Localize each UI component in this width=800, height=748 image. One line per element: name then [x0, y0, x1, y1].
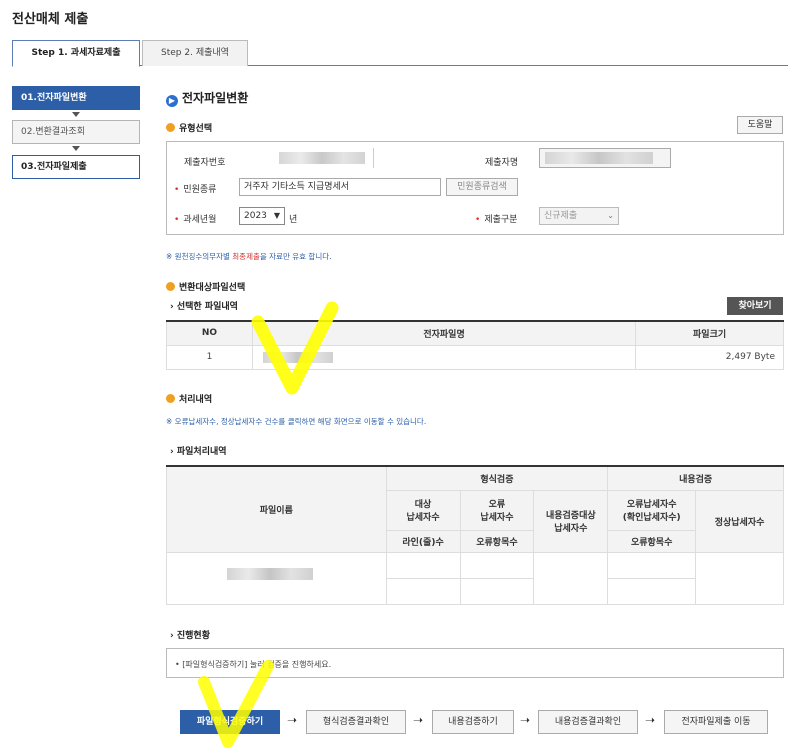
selected-files-table: NO 전자파일명 파일크기 1 2,497 Byte — [166, 320, 784, 370]
chevron-right-icon: › — [170, 447, 174, 457]
submitter-name-label: 제출자명 — [485, 158, 519, 168]
bullet-icon — [166, 282, 175, 291]
file-select-heading: 변환대상파일선택 — [166, 280, 245, 293]
file-process-table: 파일이름 형식검증 내용검증 대상 납세자수 오류 납세자수 내용검증대상 납세… — [166, 465, 784, 605]
submit-type-select[interactable]: 신규제출 ⌄ — [539, 207, 619, 225]
sidebar-item-file-convert[interactable]: 01.전자파일변환 — [12, 86, 140, 110]
col-error-items: 오류항목수 — [459, 529, 535, 553]
row-error-items — [459, 577, 535, 605]
sidebar-item-convert-result[interactable]: 02.변환결과조회 — [12, 120, 140, 144]
row-error-taxpayers[interactable] — [459, 551, 535, 579]
row-file-size: 2,497 Byte — [635, 344, 784, 370]
help-button[interactable]: 도움말 — [737, 116, 783, 134]
section-title-text: 전자파일변환 — [182, 91, 249, 105]
row-file-name — [166, 551, 387, 605]
col-error-taxpayers-confirm: 오류납세자수 (확인납세자수) — [607, 489, 697, 531]
type-select-form: 제출자번호 제출자명 • 민원종류 거주자 기타소득 지급명세서 민원종류검색 •… — [166, 141, 784, 235]
col-normal-taxpayers: 정상납세자수 — [695, 489, 784, 553]
submitter-no-value — [279, 152, 365, 164]
section-title: ▶ 전자파일변환 — [166, 89, 248, 107]
step-tabs: Step 1. 과세자료제출 Step 2. 제출내역 — [12, 40, 788, 67]
year-suffix: 년 — [289, 215, 298, 225]
col-file-name: 전자파일명 — [251, 320, 637, 346]
arrow-right-icon: ▶ — [166, 95, 178, 107]
file-select-title: 변환대상파일선택 — [179, 283, 246, 293]
submitter-no-label: 제출자번호 — [184, 158, 226, 168]
content-verify-button[interactable]: 내용검증하기 — [432, 710, 514, 734]
row-normal-taxpayers[interactable] — [695, 551, 784, 605]
arrow-right-icon: ➝ — [520, 713, 531, 727]
bullet-icon — [166, 394, 175, 403]
col-lines: 라인(줄)수 — [385, 529, 461, 553]
row-content-target — [533, 551, 609, 605]
bullet-icon — [166, 123, 175, 132]
type-select-heading: 유형선택 — [166, 121, 212, 134]
row-no: 1 — [166, 344, 253, 370]
chevron-right-icon: › — [170, 302, 174, 312]
tab-step1[interactable]: Step 1. 과세자료제출 — [12, 40, 140, 67]
form-type-input[interactable]: 거주자 기타소득 지급명세서 — [239, 178, 441, 196]
flow-arrow-icon — [72, 112, 80, 117]
row-lines — [385, 577, 461, 605]
flow-arrow-icon — [72, 146, 80, 151]
col-target-taxpayers: 대상 납세자수 — [385, 489, 461, 531]
col-content-check: 내용검증 — [607, 465, 784, 491]
chevron-down-icon: ⌄ — [607, 211, 614, 220]
progress-heading: › 진행현황 — [170, 628, 210, 641]
final-submit-note: ※ 원천징수의무자별 최종제출을 자료만 유효 합니다. — [166, 252, 332, 261]
chevron-right-icon: › — [170, 631, 174, 641]
row-error-taxpayers-confirm[interactable] — [607, 551, 697, 579]
process-detail-heading: › 파일처리내역 — [170, 444, 227, 457]
browse-button[interactable]: 찾아보기 — [727, 297, 783, 315]
row-error-items-2 — [607, 577, 697, 605]
format-result-button[interactable]: 형식검증결과확인 — [306, 710, 406, 734]
format-verify-button[interactable]: 파일형식검증하기 — [180, 710, 280, 734]
arrow-right-icon: ➝ — [645, 713, 656, 727]
form-type-label: • 민원종류 — [174, 185, 217, 195]
chevron-down-icon: ▼ — [273, 211, 280, 220]
col-content-target: 내용검증대상 납세자수 — [533, 489, 609, 553]
col-format-check: 형식검증 — [385, 465, 609, 491]
tab-step2[interactable]: Step 2. 제출내역 — [142, 40, 248, 66]
go-submit-button[interactable]: 전자파일제출 이동 — [664, 710, 768, 734]
process-heading: 처리내역 — [166, 392, 212, 405]
tax-year-label: • 과세년월 — [174, 215, 217, 225]
sidebar-item-file-submit[interactable]: 03.전자파일제출 — [12, 155, 140, 179]
arrow-right-icon: ➝ — [287, 713, 298, 727]
arrow-right-icon: ➝ — [413, 713, 424, 727]
row-target-taxpayers[interactable] — [385, 551, 461, 579]
row-file-name — [251, 344, 637, 370]
col-error-items-2: 오류항목수 — [607, 529, 697, 553]
submitter-name-value — [545, 152, 653, 164]
progress-message: • [파일형식검증하기] 눌러 검증을 진행하세요. — [175, 660, 332, 669]
selected-files-label: 선택한 파일내역 — [176, 302, 238, 312]
progress-box: • [파일형식검증하기] 눌러 검증을 진행하세요. — [166, 648, 784, 678]
process-detail-label: 파일처리내역 — [176, 447, 227, 457]
table-row[interactable]: 1 2,497 Byte — [166, 344, 784, 370]
progress-title: 진행현황 — [176, 631, 210, 641]
selected-files-heading: › 선택한 파일내역 — [170, 299, 238, 312]
table-row — [166, 551, 784, 605]
page-title: 전산매체 제출 — [12, 12, 89, 27]
col-file-name: 파일이름 — [166, 465, 387, 553]
process-note: ※ 오류납세자수, 정상납세자수 건수를 클릭하면 해당 화면으로 이동할 수 … — [166, 417, 427, 426]
tax-year-select[interactable]: 2023 ▼ — [239, 207, 285, 225]
type-select-title: 유형선택 — [179, 124, 213, 134]
content-result-button[interactable]: 내용검증결과확인 — [538, 710, 638, 734]
col-file-size: 파일크기 — [635, 320, 784, 346]
col-no: NO — [166, 320, 253, 346]
submit-type-label: • 제출구분 — [475, 215, 518, 225]
col-error-taxpayers: 오류 납세자수 — [459, 489, 535, 531]
form-type-search-button[interactable]: 민원종류검색 — [446, 178, 518, 196]
process-title: 처리내역 — [179, 395, 213, 405]
